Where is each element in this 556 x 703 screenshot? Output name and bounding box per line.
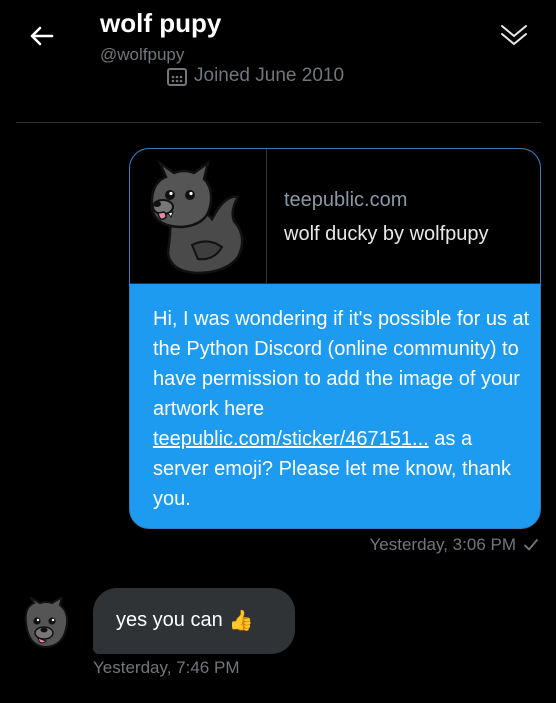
received-message-content: yes you can 👍 <box>116 608 254 633</box>
user-handle: @wolfpupy <box>100 45 185 64</box>
link-domain: teepublic.com <box>284 189 408 211</box>
link-preview-card[interactable]: teepublic.com wolf ducky by wolfpupy <box>130 149 540 284</box>
arrow-left-icon <box>30 26 54 46</box>
joined-date: Joined June 2010 <box>166 64 344 86</box>
wolf-ducky-image <box>150 159 244 275</box>
wolf-avatar-icon <box>24 594 69 649</box>
sent-timestamp-row: Yesterday, 3:06 PM <box>370 535 540 555</box>
collapse-button[interactable] <box>498 18 530 50</box>
received-message-bubble[interactable]: yes you can 👍 <box>93 588 295 654</box>
sent-timestamp: Yesterday, 3:06 PM <box>369 535 516 554</box>
avatar[interactable] <box>20 594 72 653</box>
thumbs-up-icon: 👍 <box>228 610 254 632</box>
header-divider <box>16 122 541 123</box>
message-text-part: Hi, I was wondering if it's possible for… <box>153 308 530 420</box>
link-title: wolf ducky by wolfpupy <box>284 223 489 245</box>
checkmark-icon <box>524 539 538 551</box>
received-timestamp: Yesterday, 7:46 PM <box>93 658 240 677</box>
conversation-title[interactable]: wolf pupy <box>100 8 221 39</box>
sent-message-bubble[interactable]: teepublic.com wolf ducky by wolfpupy Hi,… <box>129 148 541 529</box>
calendar-icon <box>167 68 187 86</box>
back-button[interactable] <box>26 20 58 52</box>
message-link[interactable]: teepublic.com/sticker/467151... <box>153 428 429 450</box>
link-preview-image <box>130 149 267 283</box>
double-chevron-down-icon <box>501 25 527 45</box>
sent-message-text: Hi, I was wondering if it's possible for… <box>153 304 533 514</box>
conversation-header: wolf pupy @wolfpupy Joined June 2010 <box>0 0 556 122</box>
joined-label: Joined June 2010 <box>194 65 345 86</box>
received-message-text: yes you can <box>116 609 223 631</box>
